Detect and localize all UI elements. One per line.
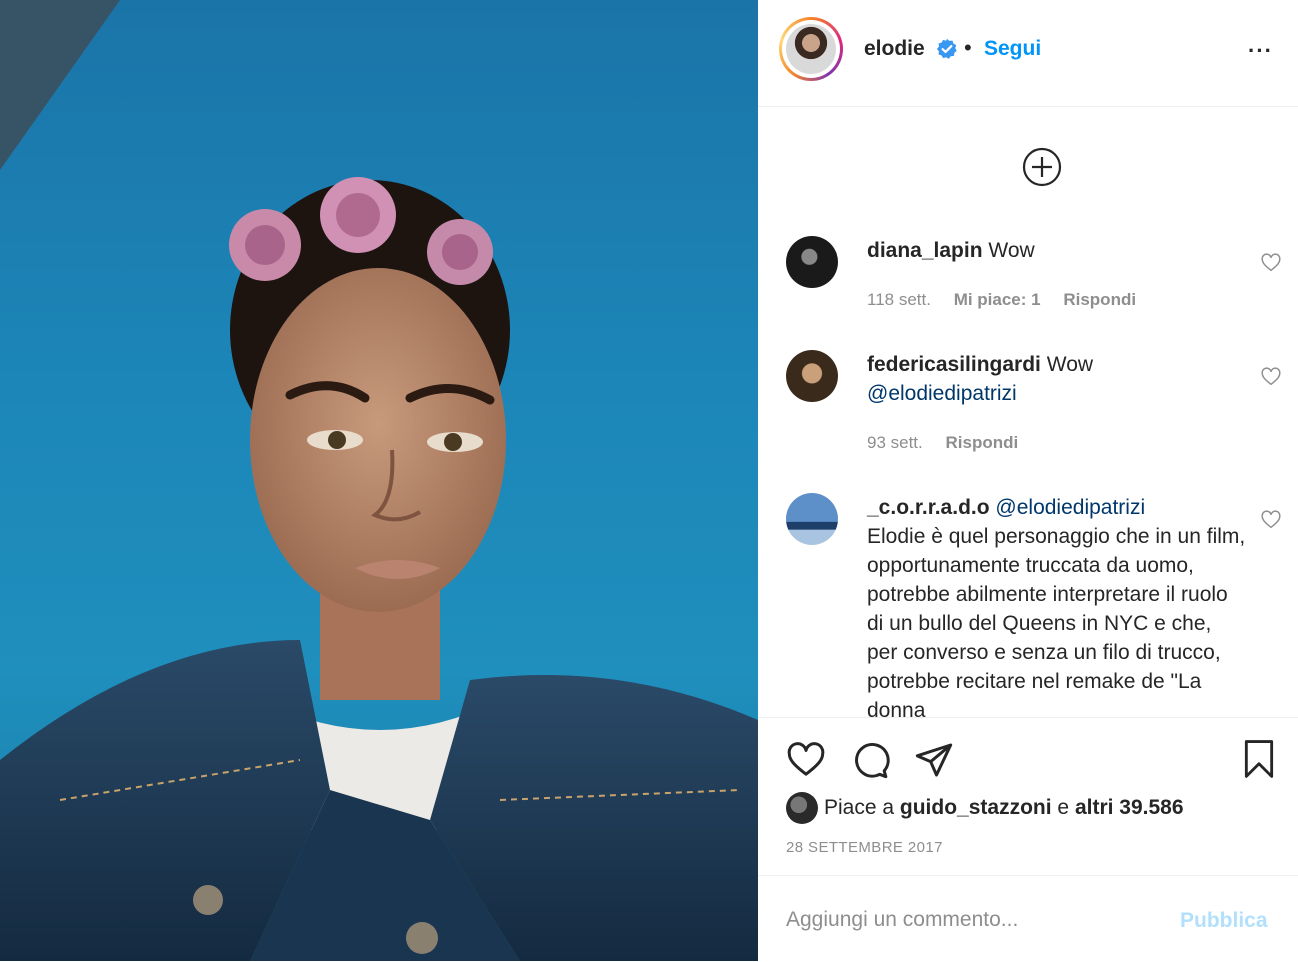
add-comment-bar: Pubblica (758, 875, 1298, 962)
post-header: elodie • Segui ··· (758, 0, 1298, 107)
owner-avatar[interactable] (779, 17, 843, 81)
commenter-avatar[interactable] (786, 493, 838, 545)
comment-input[interactable] (784, 904, 1168, 936)
post-date[interactable]: 28 SETTEMBRE 2017 (786, 839, 943, 856)
commenter-username[interactable]: federicasilingardi (867, 353, 1041, 376)
commenter-avatar[interactable] (786, 350, 838, 402)
comment-mention[interactable]: @elodiedipatrizi (995, 496, 1145, 519)
comment-item: diana_lapin Wow 118 sett. Mi piace: 1 Ri… (786, 236, 1281, 326)
publish-button[interactable]: Pubblica (1180, 909, 1268, 933)
comment-mention[interactable]: @elodiedipatrizi (867, 382, 1017, 405)
comments-list[interactable]: diana_lapin Wow 118 sett. Mi piace: 1 Ri… (758, 107, 1298, 717)
liker-avatar[interactable] (786, 792, 818, 824)
header-separator: • (964, 35, 972, 60)
share-paper-plane-icon[interactable] (914, 740, 954, 780)
portrait-illustration (0, 0, 758, 961)
likes-others-count[interactable]: altri 39.586 (1075, 796, 1184, 819)
likes-summary: Piace a guido_stazzoni e altri 39.586 (824, 796, 1184, 820)
like-heart-icon[interactable] (786, 740, 826, 780)
load-more-comments-icon[interactable] (1022, 147, 1062, 187)
comment-time: 118 sett. (867, 290, 931, 309)
comment-like-heart-icon[interactable] (1260, 366, 1282, 388)
bookmark-icon[interactable] (1240, 738, 1278, 780)
comment-time: 93 sett. (867, 433, 923, 452)
post-actions: Piace a guido_stazzoni e altri 39.586 28… (758, 717, 1298, 876)
liker-username[interactable]: guido_stazzoni (900, 796, 1052, 819)
reply-button[interactable]: Rispondi (1063, 290, 1136, 309)
comment-item: _c.o.r.r.a.d.o @elodiedipatrizi Elodie è… (786, 493, 1281, 717)
comment-like-heart-icon[interactable] (1260, 252, 1282, 274)
post-side-panel: elodie • Segui ··· diana_lapin Wow 118 s… (758, 0, 1298, 961)
commenter-username[interactable]: _c.o.r.r.a.d.o (867, 496, 990, 519)
reply-button[interactable]: Rispondi (946, 433, 1019, 452)
comment-likes-count[interactable]: Mi piace: 1 (954, 290, 1041, 309)
commenter-username[interactable]: diana_lapin (867, 239, 983, 262)
comment-text: Elodie è quel personaggio che in un film… (867, 525, 1246, 717)
comment-text: Wow (988, 239, 1035, 262)
comment-like-heart-icon[interactable] (1260, 509, 1282, 531)
comment-text: Wow (1046, 353, 1094, 376)
more-options-icon[interactable]: ··· (1248, 38, 1273, 64)
comment-item: federicasilingardi Wow @elodiedipatrizi … (786, 350, 1281, 470)
comment-bubble-icon[interactable] (850, 740, 890, 780)
owner-username[interactable]: elodie (864, 37, 925, 61)
likes-prefix: Piace a (824, 796, 895, 819)
post-photo[interactable] (0, 0, 758, 961)
verified-badge-icon (936, 38, 957, 59)
commenter-avatar[interactable] (786, 236, 838, 288)
follow-button[interactable]: Segui (984, 37, 1041, 61)
likes-joiner: e (1057, 796, 1070, 819)
